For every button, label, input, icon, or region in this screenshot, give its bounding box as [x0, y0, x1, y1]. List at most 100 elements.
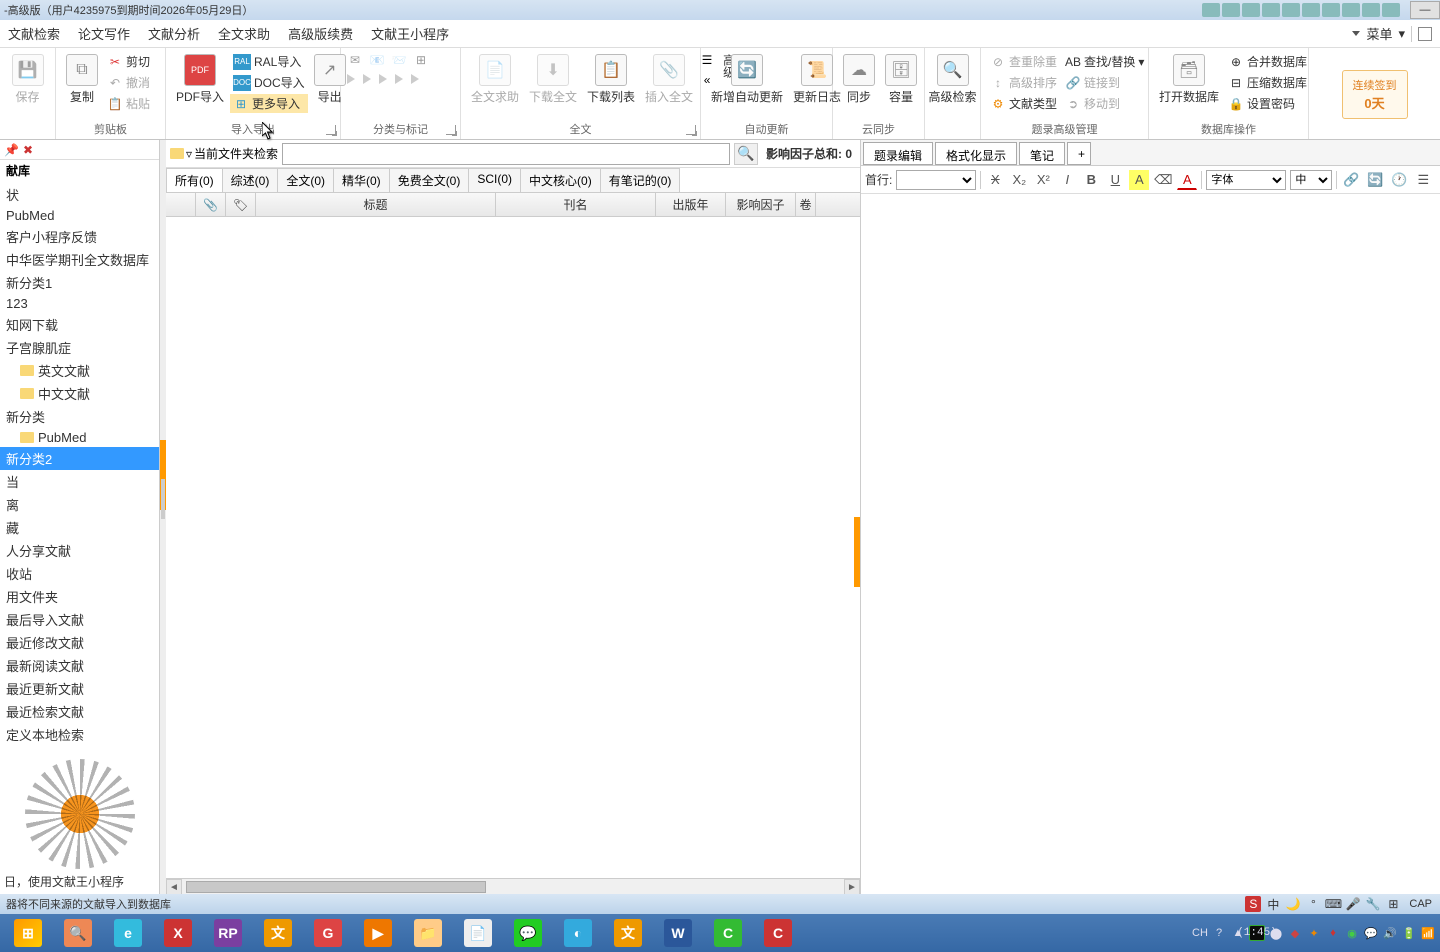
scroll-thumb[interactable]: [186, 881, 486, 893]
italic-button[interactable]: I: [1057, 170, 1077, 190]
menu-miniprogram[interactable]: 文献王小程序: [371, 24, 449, 43]
tree-item[interactable]: 状: [0, 183, 159, 206]
tree-item[interactable]: 人分享文献: [0, 539, 159, 562]
tray-clock[interactable]: (1:45): [1249, 925, 1265, 941]
tree-item[interactable]: 定义本地检索: [0, 723, 159, 746]
size-select[interactable]: 中: [1290, 170, 1332, 190]
task-app6[interactable]: C: [704, 917, 752, 949]
grid-column-header[interactable]: 📎: [196, 193, 226, 216]
filter-tab[interactable]: 全文(0): [277, 168, 334, 192]
mic-icon[interactable]: 🎤: [1345, 896, 1361, 912]
scroll-left-arrow[interactable]: ◄: [166, 879, 182, 895]
panel-toggle-icon[interactable]: [1418, 27, 1432, 41]
pin-icon[interactable]: 📌: [4, 143, 19, 157]
cut-button[interactable]: ✂剪切: [104, 52, 153, 71]
window-minimize-button[interactable]: —: [1410, 1, 1440, 19]
dialog-launcher[interactable]: [686, 125, 696, 135]
pdf-import-button[interactable]: PDF PDF导入: [172, 52, 228, 107]
download-list-button[interactable]: 📋下载列表: [583, 52, 639, 107]
tree-item[interactable]: 用文件夹: [0, 585, 159, 608]
tree-item[interactable]: 最近修改文献: [0, 631, 159, 654]
indent-select[interactable]: [896, 170, 976, 190]
grid-column-header[interactable]: 出版年: [656, 193, 726, 216]
tray-battery-icon[interactable]: 🔋: [1401, 925, 1417, 941]
linkto-button[interactable]: 🔗链接到: [1062, 73, 1147, 92]
punct-icon[interactable]: °: [1305, 896, 1321, 912]
font-select[interactable]: 字体: [1206, 170, 1286, 190]
ime-lang[interactable]: 中: [1265, 896, 1281, 912]
task-app3[interactable]: ▶: [354, 917, 402, 949]
ral-import-button[interactable]: RALRAL导入: [230, 52, 308, 71]
filter-tab[interactable]: 所有(0): [166, 168, 223, 192]
timestamp-button[interactable]: 🕐: [1389, 170, 1409, 190]
task-xmind[interactable]: X: [154, 917, 202, 949]
bold-button[interactable]: B: [1081, 170, 1101, 190]
horizontal-scrollbar[interactable]: ◄ ►: [166, 878, 860, 894]
tree-item[interactable]: 最后导入文献: [0, 608, 159, 631]
tree-item[interactable]: 子宫腺肌症: [0, 336, 159, 359]
tab-add[interactable]: +: [1067, 142, 1091, 165]
paste-button[interactable]: 📋粘贴: [104, 94, 153, 113]
advsort-button[interactable]: ↕高级排序: [987, 73, 1060, 92]
task-search[interactable]: 🔍: [54, 917, 102, 949]
tree-item[interactable]: 中文文献: [0, 382, 159, 405]
folder-tree[interactable]: 状PubMed客户小程序反馈中华医学期刊全文数据库新分类1123知网下载子宫腺肌…: [0, 181, 159, 761]
tray-up-icon[interactable]: ▲: [1230, 925, 1246, 941]
grid-column-header[interactable]: 刊名: [496, 193, 656, 216]
filter-tab[interactable]: 精华(0): [333, 168, 390, 192]
filter-tab[interactable]: 免费全文(0): [389, 168, 470, 192]
menu-writing[interactable]: 论文写作: [78, 24, 130, 43]
mail-reply-icon[interactable]: 📨: [391, 52, 407, 68]
tree-item[interactable]: 最近检索文献: [0, 700, 159, 723]
sync-button[interactable]: ☁同步: [839, 52, 879, 107]
doc-import-button[interactable]: DOCDOC导入: [230, 73, 308, 92]
dialog-launcher[interactable]: [446, 125, 456, 135]
tab-record-edit[interactable]: 题录编辑: [863, 142, 933, 165]
task-rp[interactable]: RP: [204, 917, 252, 949]
adv-search-button[interactable]: 🔍高级检索: [931, 52, 974, 107]
grid-icon[interactable]: ⊞: [413, 52, 429, 68]
tree-item[interactable]: 知网下载: [0, 313, 159, 336]
task-explorer[interactable]: 📁: [404, 917, 452, 949]
tray-lang[interactable]: CH: [1192, 925, 1208, 941]
start-button[interactable]: ⊞: [4, 917, 52, 949]
tray-wechat-icon[interactable]: 💬: [1363, 925, 1379, 941]
menu-dropdown-arrow[interactable]: ▾: [1398, 26, 1405, 42]
tray-icon1[interactable]: ⬤: [1268, 925, 1284, 941]
tray-icon4[interactable]: ♦: [1325, 925, 1341, 941]
menu-fulltext-help[interactable]: 全文求助: [218, 24, 270, 43]
fulltext-help-button[interactable]: 📄全文求助: [467, 52, 523, 107]
merge-db-button[interactable]: ⊕合并数据库: [1225, 52, 1310, 71]
task-app2[interactable]: G: [304, 917, 352, 949]
grid-body[interactable]: [166, 217, 860, 878]
close-panel-icon[interactable]: ✖: [23, 143, 33, 157]
tree-item[interactable]: 当: [0, 470, 159, 493]
tree-item[interactable]: 123: [0, 294, 159, 313]
tab-notes[interactable]: 笔记: [1019, 142, 1065, 165]
tray-icon5[interactable]: ◉: [1344, 925, 1360, 941]
tray-network-icon[interactable]: 📶: [1420, 925, 1436, 941]
refresh-button[interactable]: 🔄: [1365, 170, 1385, 190]
moon-icon[interactable]: 🌙: [1285, 896, 1301, 912]
collapse-ribbon-icon[interactable]: [1352, 31, 1360, 36]
play4-icon[interactable]: [395, 74, 403, 84]
grid-column-header[interactable]: 卷: [796, 193, 816, 216]
mail-icon[interactable]: ✉: [347, 52, 363, 68]
tray-icon3[interactable]: ✦: [1306, 925, 1322, 941]
menu-dropdown[interactable]: 菜单: [1366, 24, 1392, 43]
menu-search[interactable]: 文献检索: [8, 24, 60, 43]
grid-column-header[interactable]: 标题: [256, 193, 496, 216]
undo-button[interactable]: ↶撤消: [104, 73, 153, 92]
highlight-button[interactable]: A: [1129, 170, 1149, 190]
tree-item[interactable]: 中华医学期刊全文数据库: [0, 248, 159, 271]
tool-icon[interactable]: 🔧: [1365, 896, 1381, 912]
menu-renew[interactable]: 高级版续费: [288, 24, 353, 43]
play1-icon[interactable]: [347, 74, 355, 84]
filter-tab[interactable]: 综述(0): [222, 168, 279, 192]
search-scope[interactable]: ▿ 当前文件夹检索: [170, 145, 278, 162]
grid-icon[interactable]: ⊞: [1385, 896, 1401, 912]
dedup-button[interactable]: ⊘查重除重: [987, 52, 1060, 71]
password-button[interactable]: 🔒设置密码: [1225, 94, 1310, 113]
insert-fulltext-button[interactable]: 📎插入全文: [641, 52, 697, 107]
play3-icon[interactable]: [379, 74, 387, 84]
